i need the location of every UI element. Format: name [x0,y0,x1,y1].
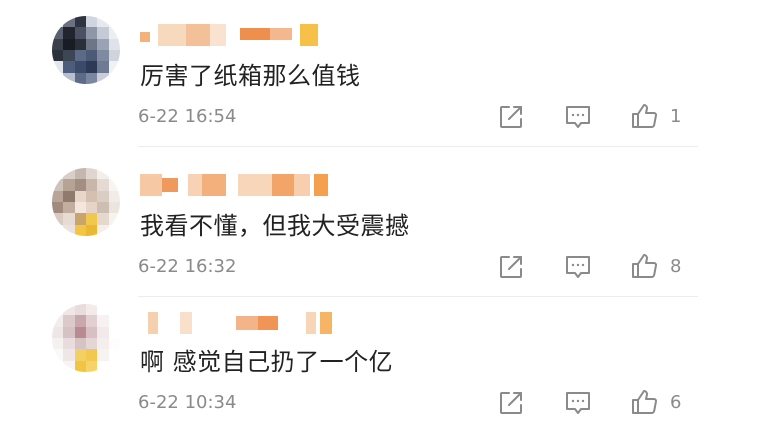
comment-icon [566,392,590,414]
like-button[interactable]: 8 [630,252,681,280]
comment-text: 厉害了纸箱那么值钱 [140,62,361,90]
comment-text: 我看不懂，但我大受震撼 [140,212,410,240]
reply-button[interactable] [564,390,592,416]
username-blurred[interactable] [140,174,330,196]
thumbs-up-icon [632,104,657,129]
share-icon [500,256,522,278]
username-blurred[interactable] [140,24,330,46]
comment-timestamp: 6-22 16:32 [138,256,237,277]
comment-icon [566,106,590,128]
thumbs-up-icon [632,254,657,279]
divider [138,146,698,147]
share-button[interactable] [498,254,524,280]
like-count: 8 [670,255,682,277]
avatar[interactable] [52,304,120,372]
comment-text: 啊 感觉自己扔了一个亿 [140,348,394,376]
thumbs-up-icon [632,390,657,415]
comment-timestamp: 6-22 10:34 [138,392,237,413]
avatar[interactable] [52,168,120,236]
divider [138,296,698,297]
reply-button[interactable] [564,254,592,280]
username-blurred[interactable] [140,312,332,334]
like-count: 6 [670,391,682,413]
like-button[interactable]: 1 [630,102,681,130]
share-icon [500,106,522,128]
avatar[interactable] [52,16,120,84]
like-button[interactable]: 6 [630,388,681,416]
share-icon [500,392,522,414]
share-button[interactable] [498,104,524,130]
reply-button[interactable] [564,104,592,130]
share-button[interactable] [498,390,524,416]
comment-icon [566,256,590,278]
like-count: 1 [670,105,682,127]
comment-timestamp: 6-22 16:54 [138,106,237,127]
